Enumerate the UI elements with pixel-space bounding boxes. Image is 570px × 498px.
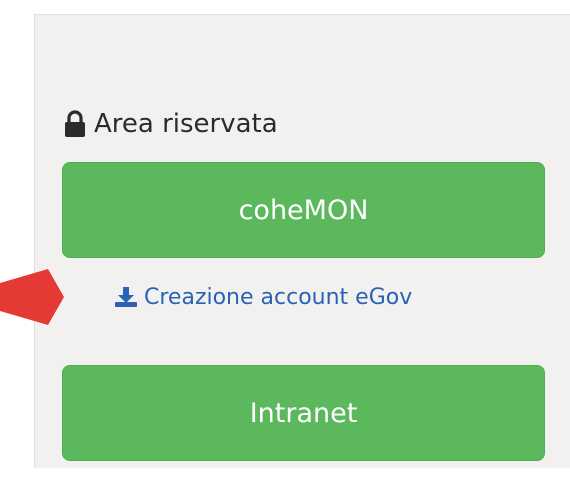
egov-account-download-link[interactable]: Creazione account eGov xyxy=(114,279,412,315)
lock-icon xyxy=(62,110,88,138)
reserved-area-heading: Area riservata xyxy=(62,104,278,144)
egov-account-link-text: Creazione account eGov xyxy=(144,284,413,310)
red-arrow-pointer-icon xyxy=(0,255,70,345)
cohemon-button[interactable]: coheMON xyxy=(62,162,545,258)
cohemon-button-label: coheMON xyxy=(238,194,369,226)
intranet-button[interactable]: Intranet xyxy=(62,365,545,461)
reserved-area-title: Area riservata xyxy=(94,109,278,139)
download-icon xyxy=(114,286,138,308)
intranet-button-label: Intranet xyxy=(249,397,358,429)
